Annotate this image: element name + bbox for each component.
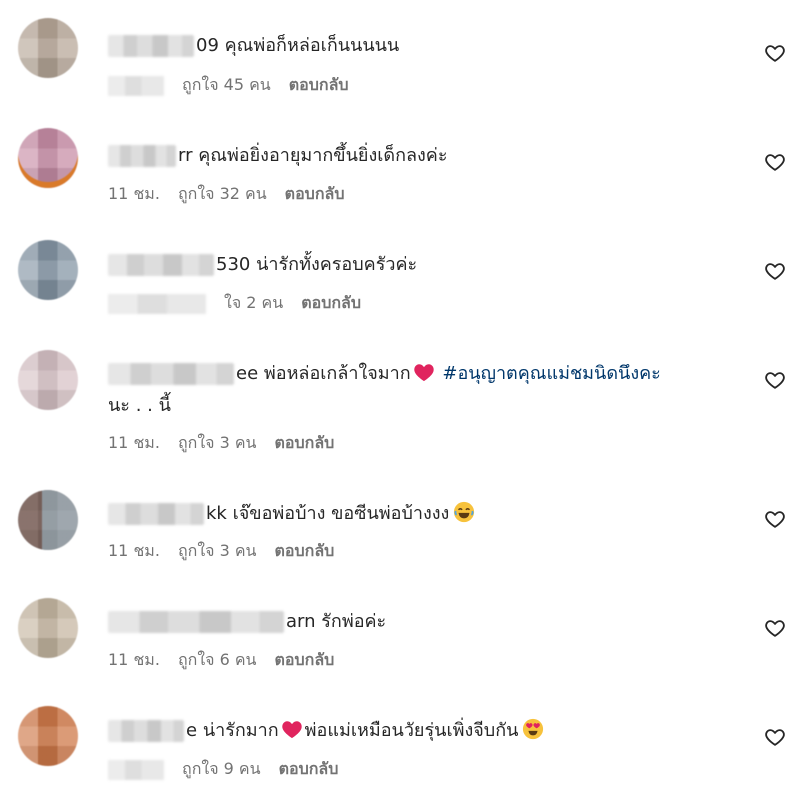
comment-text: น่ารักมาก	[202, 720, 279, 741]
like-count[interactable]: ใจ 2 คน	[224, 293, 283, 312]
heart-outline-icon[interactable]	[764, 260, 786, 282]
blurred-username[interactable]	[108, 611, 284, 633]
blurred-time	[108, 759, 164, 780]
reply-button[interactable]: ตอบกลับ	[285, 184, 345, 203]
blurred-username[interactable]	[108, 720, 184, 742]
username-tail[interactable]: 09	[196, 35, 219, 56]
comment-meta: ใจ 2 คน ตอบกลับ	[108, 292, 379, 314]
comment-line: ee พ่อหล่อเกล้าใจมาก #อนุญาตคุณแม่ชมนิดน…	[108, 362, 661, 386]
like-count[interactable]: ถูกใจ 3 คน	[178, 433, 257, 452]
reply-button[interactable]: ตอบกลับ	[301, 293, 361, 312]
username-tail[interactable]: arn	[286, 611, 316, 632]
comment-text: พ่อหล่อเกล้าใจมาก	[263, 363, 411, 384]
username-tail[interactable]: rr	[178, 145, 192, 166]
reply-button[interactable]: ตอบกลับ	[279, 759, 339, 778]
comment-text-after: พ่อแม่เหมือนวัยรุ่นเพิ่งจีบกัน	[304, 720, 519, 741]
blurred-username[interactable]	[108, 363, 234, 385]
reply-button[interactable]: ตอบกลับ	[275, 541, 335, 560]
username-tail[interactable]: e	[186, 720, 197, 741]
blurred-time	[108, 75, 164, 96]
comment-meta: 11 ชม. ถูกใจ 6 คน ตอบกลับ	[108, 649, 352, 671]
avatar[interactable]	[18, 128, 78, 188]
heart-outline-icon[interactable]	[764, 369, 786, 391]
like-count[interactable]: ถูกใจ 6 คน	[178, 650, 257, 669]
timestamp[interactable]: 11 ชม.	[108, 433, 160, 452]
heart-outline-icon[interactable]	[764, 508, 786, 530]
avatar[interactable]	[18, 18, 78, 78]
red-heart-emoji-icon	[413, 364, 434, 382]
comment-meta: 11 ชม. ถูกใจ 3 คน ตอบกลับ	[108, 432, 352, 454]
username-tail[interactable]: ee	[236, 363, 258, 384]
comment-line: kk เจ๊ขอพ่อบ้าง ขอซีนพ่อบ้างงง	[108, 501, 475, 526]
red-heart-emoji-icon	[281, 721, 302, 739]
comment-text-continued: นะ . . นี้	[108, 395, 171, 416]
comment-meta: 11 ชม. ถูกใจ 32 คน ตอบกลับ	[108, 183, 362, 205]
avatar[interactable]	[18, 490, 78, 550]
comment-meta: 11 ชม. ถูกใจ 3 คน ตอบกลับ	[108, 540, 352, 562]
comment-text: คุณพ่อก็หล่อเก็นนนนน	[224, 35, 400, 56]
comment-meta: ถูกใจ 45 คน ตอบกลับ	[108, 74, 367, 96]
like-count[interactable]: ถูกใจ 32 คน	[178, 184, 267, 203]
heart-outline-icon[interactable]	[764, 42, 786, 64]
comment-text: คุณพ่อยิ่งอายุมากขึ้นยิ่งเด็กลงค่ะ	[198, 145, 448, 166]
comment-line: arn รักพ่อค่ะ	[108, 610, 386, 634]
heart-outline-icon[interactable]	[764, 726, 786, 748]
blurred-time	[108, 293, 206, 314]
avatar[interactable]	[18, 598, 78, 658]
avatar[interactable]	[18, 240, 78, 300]
heart-outline-icon[interactable]	[764, 151, 786, 173]
comment-line: 09 คุณพ่อก็หล่อเก็นนนนน	[108, 34, 399, 58]
heart-outline-icon[interactable]	[764, 617, 786, 639]
hashtag-link[interactable]: #อนุญาตคุณแม่ชมนิดนึงคะ	[442, 363, 660, 384]
avatar[interactable]	[18, 350, 78, 410]
like-count[interactable]: ถูกใจ 9 คน	[182, 759, 261, 778]
username-tail[interactable]: kk	[206, 503, 227, 524]
username-tail[interactable]: 530	[216, 254, 250, 275]
comment-text: เจ๊ขอพ่อบ้าง ขอซีนพ่อบ้างงง	[232, 503, 450, 524]
timestamp[interactable]: 11 ชม.	[108, 184, 160, 203]
blurred-username[interactable]	[108, 503, 204, 525]
comment-text: น่ารักทั้งครอบครัวค่ะ	[256, 254, 418, 275]
timestamp[interactable]: 11 ชม.	[108, 650, 160, 669]
reply-button[interactable]: ตอบกลับ	[275, 433, 335, 452]
comment-meta: ถูกใจ 9 คน ตอบกลับ	[108, 758, 356, 780]
like-count[interactable]: ถูกใจ 45 คน	[182, 75, 271, 94]
blurred-username[interactable]	[108, 145, 176, 167]
comment-line: 530 น่ารักทั้งครอบครัวค่ะ	[108, 253, 417, 277]
reply-button[interactable]: ตอบกลับ	[275, 650, 335, 669]
blurred-username[interactable]	[108, 35, 194, 57]
comment-line: rr คุณพ่อยิ่งอายุมากขึ้นยิ่งเด็กลงค่ะ	[108, 144, 448, 168]
timestamp[interactable]: 11 ชม.	[108, 541, 160, 560]
laughing-emoji-icon	[454, 501, 475, 523]
blurred-username[interactable]	[108, 254, 214, 276]
comment-text: รักพ่อค่ะ	[321, 611, 387, 632]
like-count[interactable]: ถูกใจ 3 คน	[178, 541, 257, 560]
comment-line: e น่ารักมาก พ่อแม่เหมือนวัยรุ่นเพิ่งจีบกั…	[108, 718, 544, 743]
avatar[interactable]	[18, 706, 78, 766]
heart-eyes-emoji-icon	[523, 718, 544, 740]
reply-button[interactable]: ตอบกลับ	[289, 75, 349, 94]
